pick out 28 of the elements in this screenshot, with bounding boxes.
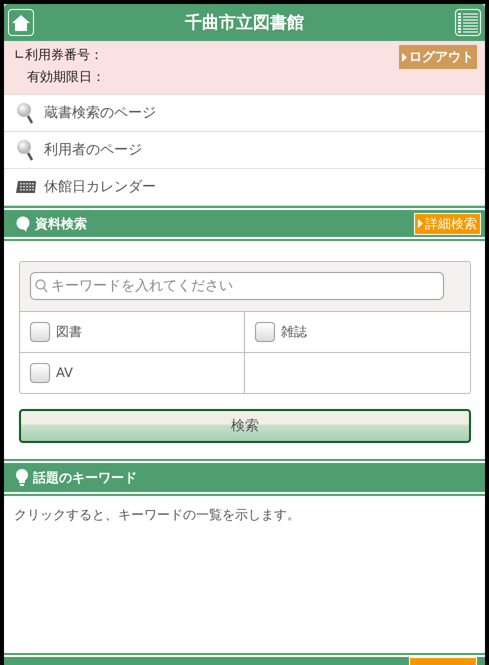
search-button[interactable]: 検索 — [19, 409, 471, 443]
checkbox[interactable] — [30, 322, 50, 342]
magnifier-icon — [16, 102, 36, 124]
menu-item[interactable]: 蔵書検索のページ — [4, 95, 485, 132]
section-title: 話題のキーワード — [16, 468, 137, 486]
user-field-label: 有効期限日： — [26, 69, 105, 86]
section-button[interactable] — [409, 657, 477, 665]
keyboard-icon — [16, 181, 36, 193]
keywords-description: クリックすると、キーワードの一覧を示します。 — [13, 507, 301, 525]
section-title: 資料検索 — [16, 214, 87, 232]
magnifier-icon — [16, 139, 36, 161]
keyword-field[interactable]: キーワードを入れてください — [30, 272, 444, 300]
menu-button[interactable] — [455, 9, 481, 36]
lightbulb-icon — [16, 469, 28, 486]
checkbox[interactable] — [30, 363, 50, 383]
menu-item[interactable]: 休館日カレンダー — [4, 169, 485, 206]
checkbox[interactable] — [255, 322, 275, 342]
triangle-icon — [418, 219, 423, 228]
site-title: 千曲市立図書館 — [185, 12, 304, 34]
home-icon — [12, 14, 30, 30]
checkbox-label: AV — [56, 366, 73, 380]
user-field-label: ∟利用券番号： — [14, 47, 104, 64]
home-button[interactable] — [8, 9, 34, 36]
checkbox-label: 雑誌 — [281, 324, 307, 341]
menu-icon — [458, 12, 478, 32]
menu-item[interactable]: 利用者のページ — [4, 132, 485, 169]
triangle-icon — [402, 52, 407, 62]
checkbox-label: 図書 — [56, 324, 82, 341]
